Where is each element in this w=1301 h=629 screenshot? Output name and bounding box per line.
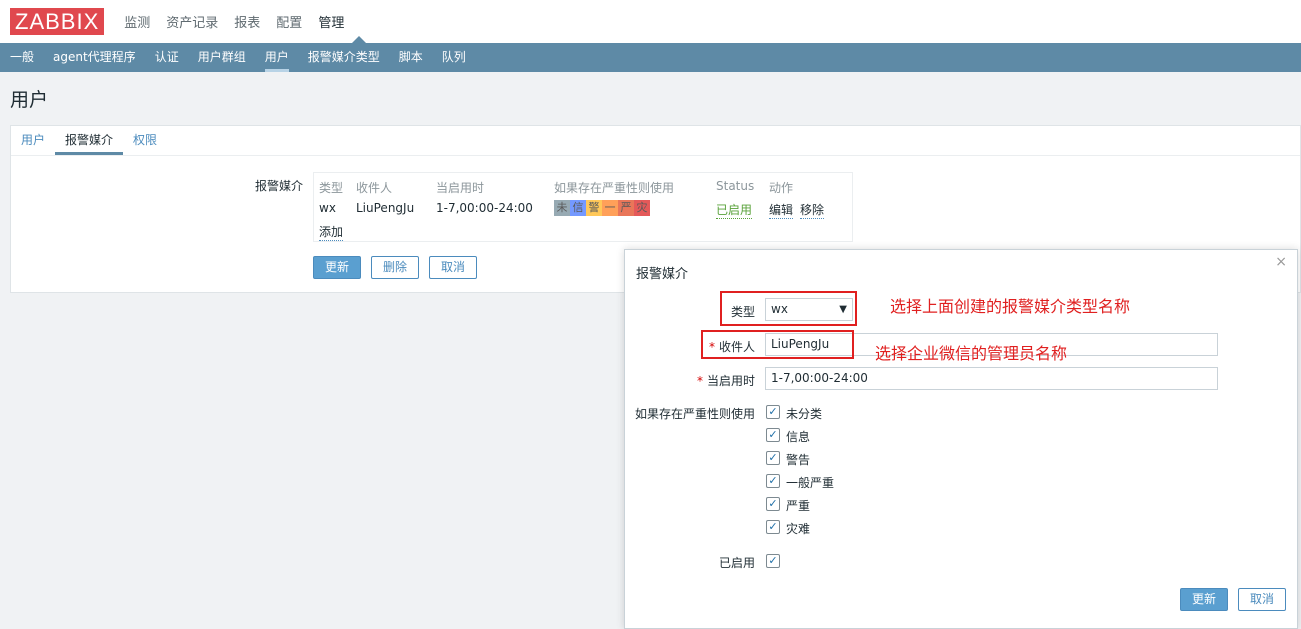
enabled-label: 已启用: [718, 556, 755, 570]
checkbox-information[interactable]: ✓: [766, 428, 780, 442]
zabbix-logo[interactable]: ZABBIX: [10, 8, 105, 35]
tab-permissions[interactable]: 权限: [123, 126, 167, 155]
subnav-general[interactable]: 一般: [10, 43, 34, 72]
edit-link[interactable]: 编辑: [769, 201, 794, 219]
annotation-box-sendto: [701, 330, 854, 359]
checkbox-not-classified[interactable]: ✓: [766, 405, 780, 419]
media-label: 报警媒介: [255, 179, 304, 193]
top-bar: ZABBIX 监测 资产记录 报表 配置 管理: [0, 0, 1301, 43]
subnav-user-groups[interactable]: 用户群组: [198, 43, 246, 72]
nav-configuration[interactable]: 配置: [276, 12, 302, 31]
severity-label: 如果存在严重性则使用: [634, 407, 755, 421]
severity-badges: 未 信 警 一 严 灾: [554, 200, 650, 216]
checkbox-label: 灾难: [786, 522, 811, 536]
nav-administration[interactable]: 管理: [318, 12, 344, 31]
subnav-media-types[interactable]: 报警媒介类型: [308, 43, 380, 72]
tabs: 用户 报警媒介 权限: [11, 126, 1300, 156]
dialog-update-button[interactable]: 更新: [1180, 588, 1228, 611]
cell-period: 1-7,00:00-24:00: [436, 201, 533, 215]
col-sendto: 收件人: [356, 181, 393, 195]
dialog-cancel-button[interactable]: 取消: [1238, 588, 1286, 611]
media-table: 类型 收件人 当启用时 如果存在严重性则使用 Status 动作 wx LiuP…: [313, 172, 853, 242]
col-period: 当启用时: [436, 181, 485, 195]
col-type: 类型: [319, 181, 344, 195]
checkbox-label: 警告: [786, 453, 811, 467]
media-dialog: 报警媒介 × 类型 wx ▼ * 收件人 LiuPengJu * 当启用时 1-7,0…: [624, 249, 1298, 629]
severity-badge: 未: [554, 200, 570, 216]
checkbox-label: 一般严重: [786, 476, 835, 490]
subnav-scripts[interactable]: 脚本: [399, 43, 423, 72]
main-nav: 监测 资产记录 报表 配置 管理: [116, 12, 352, 31]
subnav-queue[interactable]: 队列: [442, 43, 466, 72]
annotation-type: 选择上面创建的报警媒介类型名称: [890, 297, 1131, 316]
add-media-link[interactable]: 添加: [319, 223, 344, 241]
severity-badge: 信: [570, 200, 586, 216]
nav-inventory[interactable]: 资产记录: [166, 12, 218, 31]
sub-nav: 一般 agent代理程序 认证 用户群组 用户 报警媒介类型 脚本 队列: [0, 43, 1301, 72]
remove-link[interactable]: 移除: [800, 201, 825, 219]
annotation-box-type: [720, 291, 857, 326]
dialog-title: 报警媒介: [636, 267, 689, 282]
cell-type: wx: [319, 201, 336, 215]
page-title: 用户: [10, 89, 49, 111]
subnav-auth[interactable]: 认证: [155, 43, 179, 72]
checkbox-high[interactable]: ✓: [766, 497, 780, 511]
checkbox-average[interactable]: ✓: [766, 474, 780, 488]
checkbox-warning[interactable]: ✓: [766, 451, 780, 465]
col-action: 动作: [769, 181, 794, 195]
nav-reports[interactable]: 报表: [234, 12, 260, 31]
checkbox-disaster[interactable]: ✓: [766, 520, 780, 534]
col-status: Status: [716, 179, 755, 193]
period-label: * 当启用时: [696, 374, 755, 388]
severity-badge: 灾: [634, 200, 650, 216]
status-enabled-link[interactable]: 已启用: [716, 201, 753, 219]
col-severity: 如果存在严重性则使用: [554, 181, 675, 195]
tab-media[interactable]: 报警媒介: [55, 126, 124, 155]
checkbox-label: 未分类: [786, 407, 823, 421]
checkbox-enabled[interactable]: ✓: [766, 554, 780, 568]
subnav-users[interactable]: 用户: [264, 43, 289, 72]
cancel-button[interactable]: 取消: [429, 256, 477, 279]
update-button[interactable]: 更新: [313, 256, 361, 279]
nav-monitoring[interactable]: 监测: [124, 12, 150, 31]
close-icon[interactable]: ×: [1275, 254, 1287, 270]
tab-user[interactable]: 用户: [11, 126, 55, 155]
delete-button[interactable]: 删除: [371, 256, 419, 279]
severity-badge: 严: [618, 200, 634, 216]
active-nav-indicator: [352, 36, 366, 43]
subnav-proxies[interactable]: agent代理程序: [53, 43, 136, 72]
annotation-sendto: 选择企业微信的管理员名称: [875, 344, 1068, 363]
period-input[interactable]: 1-7,00:00-24:00: [765, 367, 1218, 390]
checkbox-label: 严重: [786, 499, 811, 513]
severity-badge: 警: [586, 200, 602, 216]
severity-badge: 一: [602, 200, 618, 216]
cell-sendto: LiuPengJu: [356, 201, 415, 215]
checkbox-label: 信息: [786, 430, 811, 444]
